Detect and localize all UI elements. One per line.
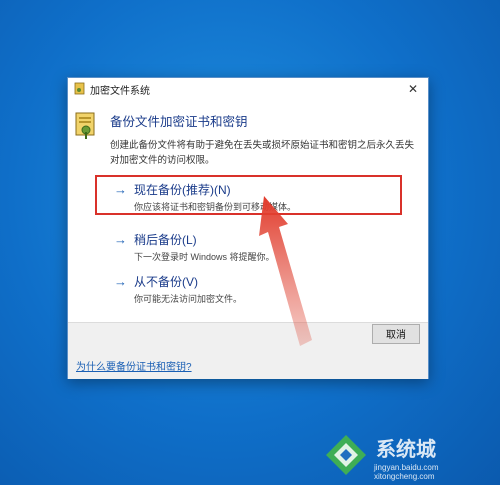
option-title: 稍后备份(L) [134,233,197,247]
arrow-right-icon: → [114,232,127,247]
dialog-footer: 取消 为什么要备份证书和密钥? [68,322,428,379]
watermark-brand: 系统城 [376,439,436,461]
option-never-backup[interactable]: → 从不备份(V) 你可能无法访问加密文件。 [96,270,406,310]
efs-dialog: 加密文件系统 ✕ 备份文件加密证书和密钥 创建此备份文件将有助于避免在丢失或损坏… [67,77,429,379]
close-button[interactable]: ✕ [398,78,428,100]
dialog-description: 创建此备份文件将有助于避免在丢失或损坏原始证书和密钥之后永久丢失对加密文件的访问… [110,140,415,166]
option-title: 从不备份(V) [134,275,198,289]
window-title: 加密文件系统 [90,86,150,97]
watermark-url-2: xitongcheng.com [374,472,435,481]
option-subtitle: 你可能无法访问加密文件。 [134,294,243,304]
watermark: 系统城 jingyan.baidu.com xitongcheng.com [316,425,486,481]
option-subtitle: 下一次登录时 Windows 将提醒你。 [134,252,275,262]
certificate-key-icon [74,82,85,95]
cancel-button[interactable]: 取消 [372,324,420,344]
option-backup-later[interactable]: → 稍后备份(L) 下一次登录时 Windows 将提醒你。 [96,228,406,268]
certificate-key-large-icon [75,112,95,139]
title-bar: 加密文件系统 ✕ [68,78,428,100]
watermark-url-1: jingyan.baidu.com [374,463,439,472]
highlight-box [95,175,402,215]
help-link[interactable]: 为什么要备份证书和密钥? [76,358,192,373]
dialog-heading: 备份文件加密证书和密钥 [110,115,248,129]
arrow-right-icon: → [114,274,127,289]
watermark-logo-icon [326,435,366,475]
